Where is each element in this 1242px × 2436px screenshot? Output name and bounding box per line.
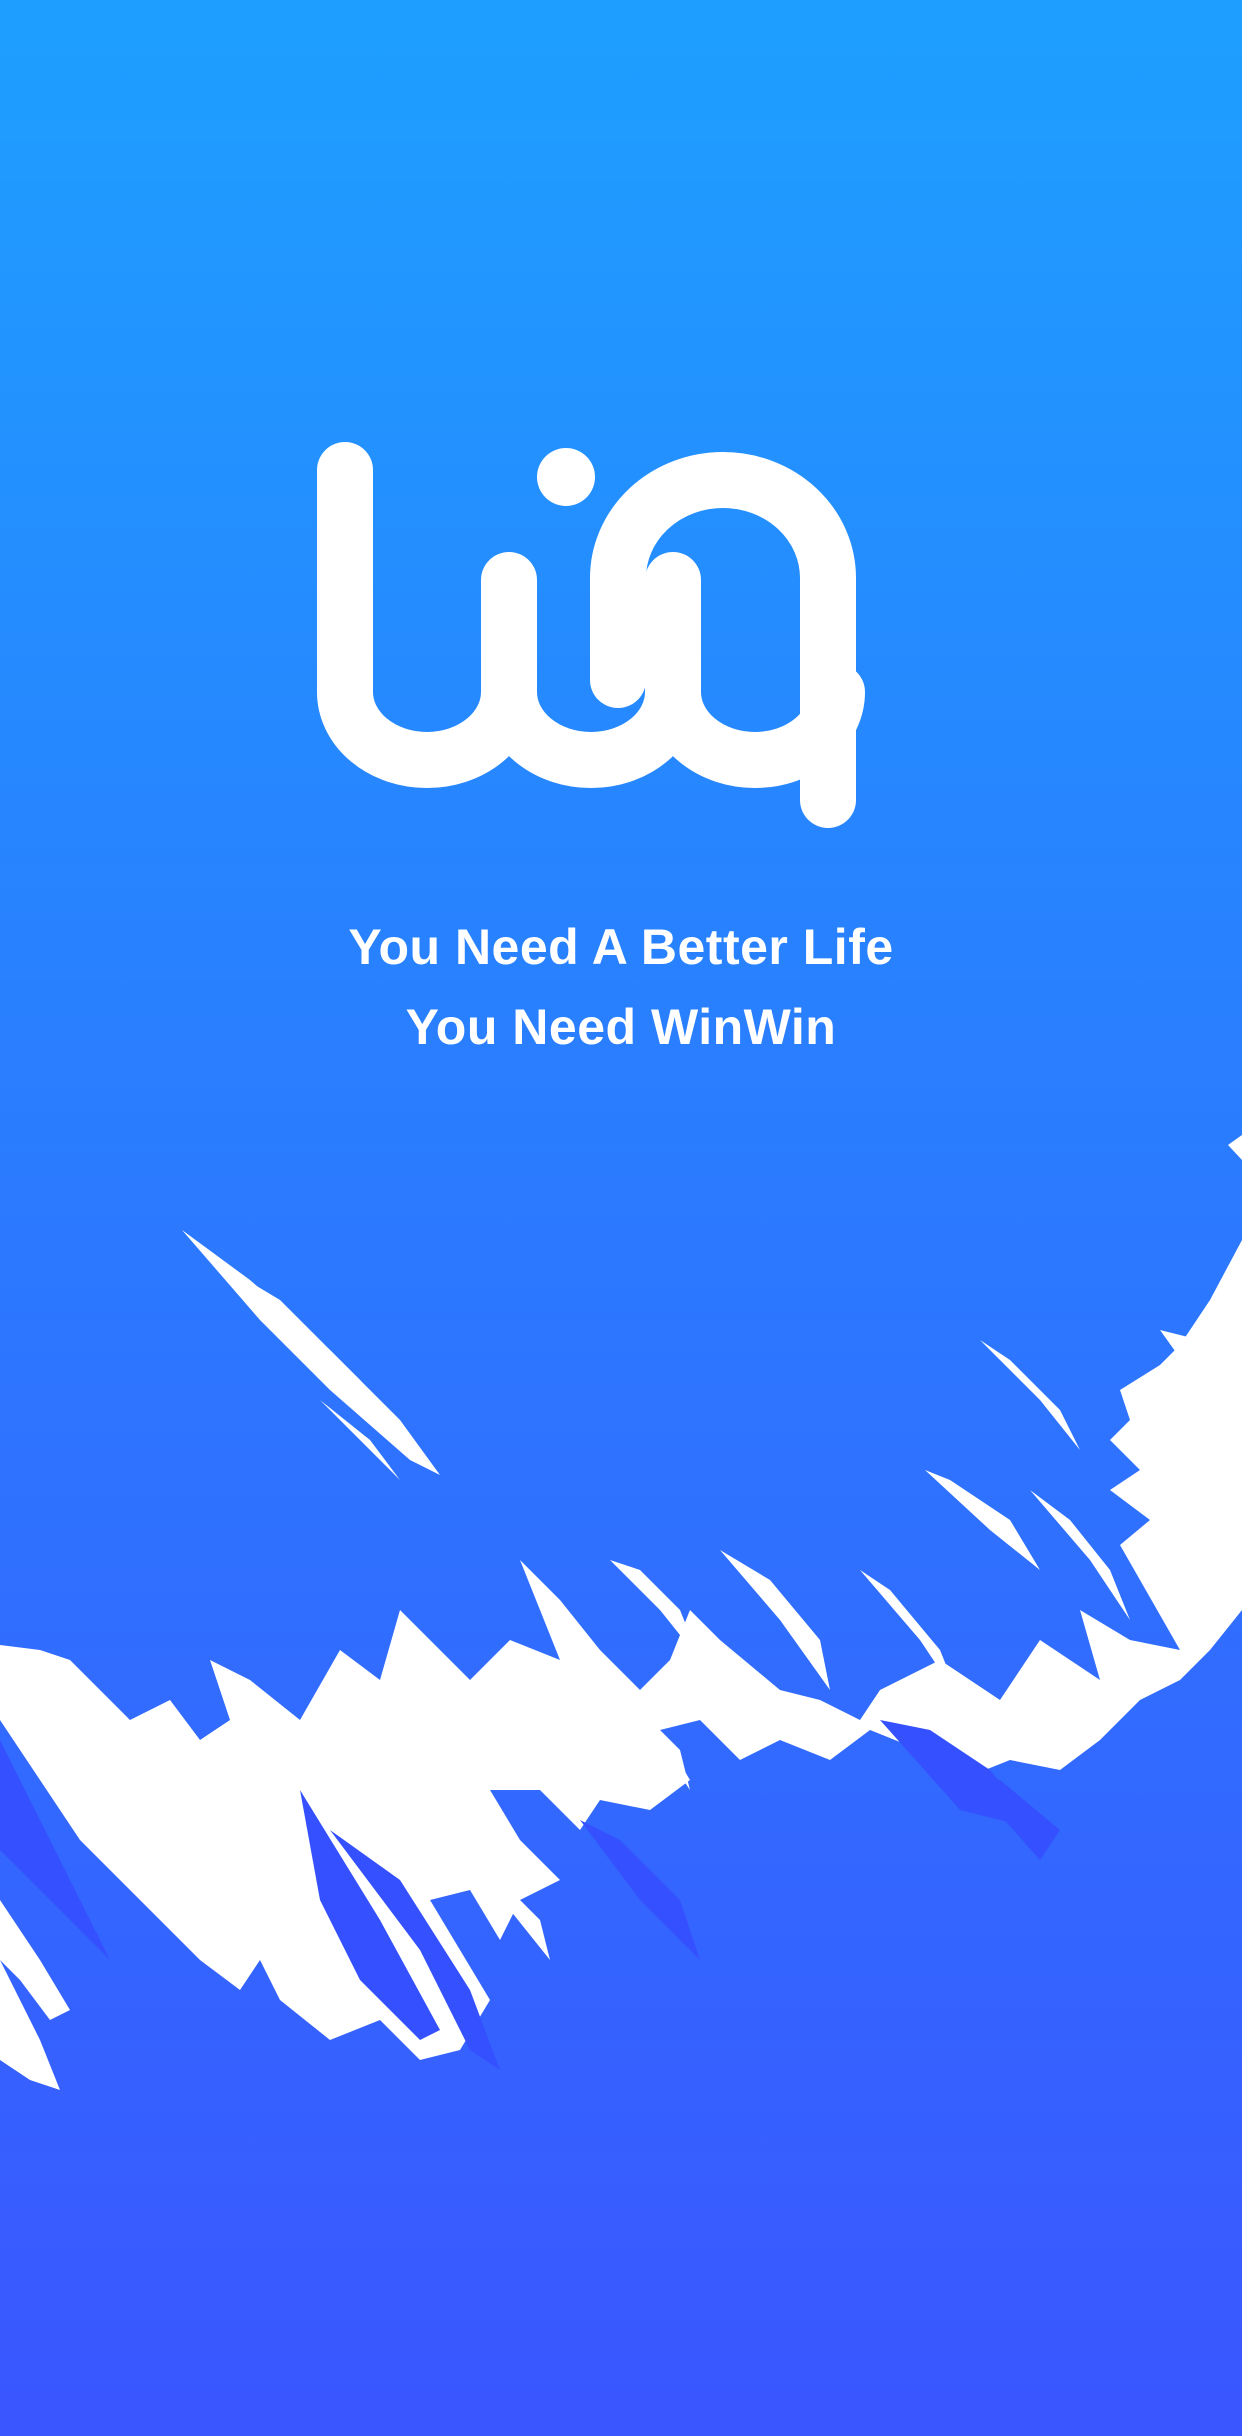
winwin-logo-icon bbox=[317, 442, 865, 828]
tagline-line-1: You Need A Better Life bbox=[348, 919, 894, 975]
splash-screen: You Need A Better Life You Need WinWin bbox=[0, 0, 1242, 2436]
tagline-line-2: You Need WinWin bbox=[405, 999, 837, 1055]
brush-stroke-background bbox=[0, 0, 1242, 2436]
